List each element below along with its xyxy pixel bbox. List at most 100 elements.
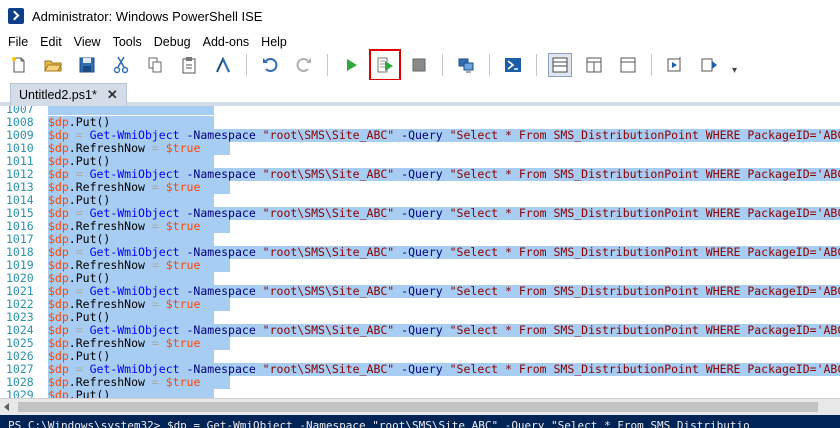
variable-token: $dp (48, 232, 69, 246)
operator-token: . (68, 297, 76, 311)
variable-token: $dp (48, 193, 69, 207)
script-editor[interactable]: 1007 1008 1009 1010 1011 1012 1013 1014 1015 1016… (0, 106, 840, 398)
string-token: "Select * From SMS_DistributionPoint WHE… (449, 363, 840, 376)
menu-edit[interactable]: Edit (34, 35, 68, 49)
variable-token: $true (165, 219, 201, 233)
method-token: Put() (75, 193, 111, 207)
copy-button[interactable] (144, 54, 166, 76)
operator-token: . (68, 193, 76, 207)
string-token: "root\SMS\Site_ABC" (262, 246, 395, 259)
string-token: "root\SMS\Site_ABC" (262, 363, 395, 376)
method-token: Put() (75, 349, 111, 363)
pane-top-layout-icon (552, 57, 568, 73)
code-line[interactable]: $dp.Put() (48, 311, 214, 324)
property-token: RefreshNow (75, 180, 145, 194)
string-token: "Select * From SMS_DistributionPoint WHE… (449, 168, 840, 181)
console-pane[interactable]: PS C:\Windows\system32> $dp = Get-WmiObj… (0, 415, 840, 428)
menu-tools[interactable]: Tools (107, 35, 148, 49)
cut-button[interactable] (110, 54, 132, 76)
show-command-addon-button[interactable] (698, 54, 720, 76)
script-pane-maximized-button[interactable] (617, 54, 639, 76)
tab-untitled2[interactable]: Untitled2.ps1* ✕ (10, 83, 127, 106)
line-number: 1029 (6, 388, 34, 399)
operator-token: . (68, 388, 76, 399)
run-selection-button[interactable] (369, 49, 401, 81)
method-token: Put() (75, 154, 111, 168)
toolbar-separator (651, 54, 652, 76)
string-token: "Select * From SMS_DistributionPoint WHE… (449, 207, 840, 220)
code-line[interactable]: $dp.Put() (48, 116, 214, 129)
new-file-icon (12, 57, 25, 73)
string-token: "root\SMS\Site_ABC" (262, 285, 395, 298)
method-token: Put() (75, 310, 111, 324)
menu-bar: File Edit View Tools Debug Add-ons Help (0, 32, 840, 52)
tab-label: Untitled2.ps1* (19, 88, 97, 102)
horizontal-scrollbar[interactable] (0, 398, 840, 415)
pane-right-layout-icon (586, 57, 602, 73)
variable-token: $dp (48, 115, 69, 129)
operator-token: . (68, 219, 76, 233)
variable-token: $true (165, 258, 201, 272)
new-script-button[interactable] (8, 54, 30, 76)
method-token: Put() (75, 271, 111, 285)
operator-token: . (68, 336, 76, 350)
show-command-window-button[interactable] (664, 54, 686, 76)
script-pane-right-button[interactable] (583, 54, 605, 76)
paste-button[interactable] (178, 54, 200, 76)
menu-view[interactable]: View (68, 35, 107, 49)
code-line[interactable]: $dp.Put() (48, 389, 214, 398)
code-line[interactable]: $dp.Put() (48, 155, 214, 168)
variable-token: $dp (48, 154, 69, 168)
redo-button[interactable] (293, 54, 315, 76)
save-script-button[interactable] (76, 54, 98, 76)
operator-token: = (144, 219, 166, 233)
operator-token: . (68, 258, 76, 272)
stop-icon (412, 58, 426, 72)
window-title: Administrator: Windows PowerShell ISE (32, 8, 263, 24)
scroll-left-icon[interactable] (4, 403, 9, 411)
run-selection-icon (377, 57, 393, 73)
operator-token: . (68, 180, 76, 194)
close-icon[interactable]: ✕ (107, 87, 118, 103)
parameter-token: -Query (394, 324, 450, 337)
variable-token: $dp (48, 310, 69, 324)
code-area[interactable]: $dp.Put() $dp = Get-WmiObject -Namespace … (48, 106, 840, 398)
powershell-console-icon (505, 58, 521, 72)
operator-token: = (144, 336, 166, 350)
stop-operation-button[interactable] (408, 54, 430, 76)
run-script-button[interactable] (340, 54, 362, 76)
menu-file[interactable]: File (0, 35, 34, 49)
code-line[interactable]: $dp.Put() (48, 233, 214, 246)
operator-token: . (68, 115, 76, 129)
script-pane-top-button[interactable] (548, 53, 572, 77)
string-token: "root\SMS\Site_ABC" (262, 207, 395, 220)
start-powershell-button[interactable] (502, 54, 524, 76)
property-token: RefreshNow (75, 297, 145, 311)
code-line[interactable] (48, 106, 214, 115)
variable-token: $dp (48, 388, 69, 399)
toolbar-separator (246, 54, 247, 76)
menu-addons[interactable]: Add-ons (197, 35, 256, 49)
undo-button[interactable] (259, 54, 281, 76)
code-line[interactable]: $dp.Put() (48, 194, 214, 207)
open-script-button[interactable] (42, 54, 64, 76)
command-addon-icon (701, 58, 717, 72)
parameter-token: -Query (394, 246, 450, 259)
code-line[interactable]: $dp.Put() (48, 272, 214, 285)
scrollbar-thumb[interactable] (18, 402, 818, 412)
title-bar: Administrator: Windows PowerShell ISE (0, 0, 840, 32)
string-token: "root\SMS\Site_ABC" (262, 129, 395, 142)
command-window-icon (667, 57, 681, 72)
variable-token: $true (165, 141, 201, 155)
clear-console-button[interactable] (212, 54, 234, 76)
variable-token: $true (165, 375, 201, 389)
toolbar-overflow-icon[interactable]: ▾ (732, 65, 737, 76)
code-line[interactable]: $dp.Put() (48, 350, 214, 363)
variable-token: $true (165, 297, 201, 311)
string-token: "Select * From SMS_DistributionPoint WHE… (449, 285, 840, 298)
menu-help[interactable]: Help (255, 35, 293, 49)
line-number-gutter: 1007 1008 1009 1010 1011 1012 1013 1014 1015 1016… (0, 106, 48, 398)
save-icon (79, 57, 95, 73)
menu-debug[interactable]: Debug (148, 35, 197, 49)
new-remote-tab-button[interactable] (455, 54, 477, 76)
